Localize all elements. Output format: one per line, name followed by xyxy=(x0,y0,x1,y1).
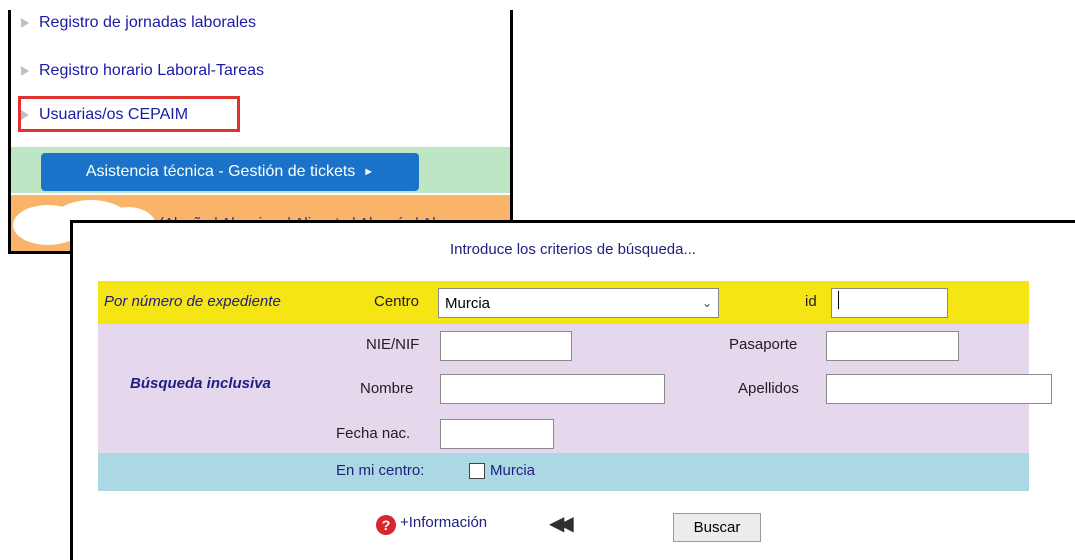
nombre-input[interactable] xyxy=(440,374,665,404)
nie-label: NIE/NIF xyxy=(366,336,420,353)
menu-arrow-icon xyxy=(21,110,29,120)
menu-item-usuarias-cepaim[interactable]: Usuarias/os CEPAIM xyxy=(21,106,188,124)
centro-select-value: Murcia xyxy=(445,294,491,312)
fecha-nac-label: Fecha nac. xyxy=(336,425,411,442)
menu-arrow-icon xyxy=(21,66,29,76)
menu-item-label: Registro horario Laboral-Tareas xyxy=(39,62,264,79)
mi-centro-city-label[interactable]: Murcia xyxy=(490,462,535,479)
menu-item-label: Registro de jornadas laborales xyxy=(39,14,257,31)
menu-panel: Registro de jornadas laborales Registro … xyxy=(8,10,513,254)
expediente-row: Por número de expediente Centro Murcia ⌄… xyxy=(98,281,1029,324)
rewind-icon[interactable]: ◀◀ xyxy=(549,511,574,536)
id-label: id xyxy=(805,293,817,310)
apellidos-input[interactable] xyxy=(826,374,1052,404)
menu-item-label: Usuarias/os CEPAIM xyxy=(39,106,189,123)
centro-label: Centro xyxy=(374,293,420,310)
text-caret xyxy=(838,291,839,310)
chevron-down-icon: ⌄ xyxy=(701,296,712,310)
triangle-right-icon: ► xyxy=(363,166,375,178)
nie-input[interactable] xyxy=(440,331,572,361)
menu-arrow-icon xyxy=(21,18,29,28)
buscar-button[interactable]: Buscar xyxy=(673,513,761,542)
centro-select[interactable]: Murcia ⌄ xyxy=(438,288,719,318)
id-input[interactable] xyxy=(831,288,948,318)
inclusive-search-label: Búsqueda inclusiva xyxy=(130,375,271,392)
inclusive-search-row: Búsqueda inclusiva NIE/NIF Pasaporte Nom… xyxy=(98,324,1052,453)
search-form-panel: Introduce los criterios de búsqueda... P… xyxy=(70,220,1075,560)
mi-centro-checkbox[interactable] xyxy=(469,463,485,479)
ticket-button-label: Asistencia técnica - Gestión de tickets xyxy=(85,163,356,180)
help-icon[interactable]: ? xyxy=(376,515,396,535)
nombre-label: Nombre xyxy=(360,380,414,397)
apellidos-label: Apellidos xyxy=(738,380,799,397)
mi-centro-label: En mi centro: xyxy=(336,462,425,479)
info-link[interactable]: +Información xyxy=(400,514,487,531)
menu-item-registro-horario[interactable]: Registro horario Laboral-Tareas xyxy=(21,62,264,80)
form-title: Introduce los criterios de búsqueda... xyxy=(450,241,696,258)
fecha-nac-input[interactable] xyxy=(440,419,554,449)
mi-centro-row: En mi centro: Murcia xyxy=(98,453,1029,491)
pasaporte-label: Pasaporte xyxy=(729,336,798,353)
pasaporte-input[interactable] xyxy=(826,331,959,361)
ticket-button[interactable]: Asistencia técnica - Gestión de tickets … xyxy=(41,153,419,191)
menu-item-registro-jornadas[interactable]: Registro de jornadas laborales xyxy=(21,14,256,32)
by-expediente-label: Por número de expediente xyxy=(104,293,281,310)
